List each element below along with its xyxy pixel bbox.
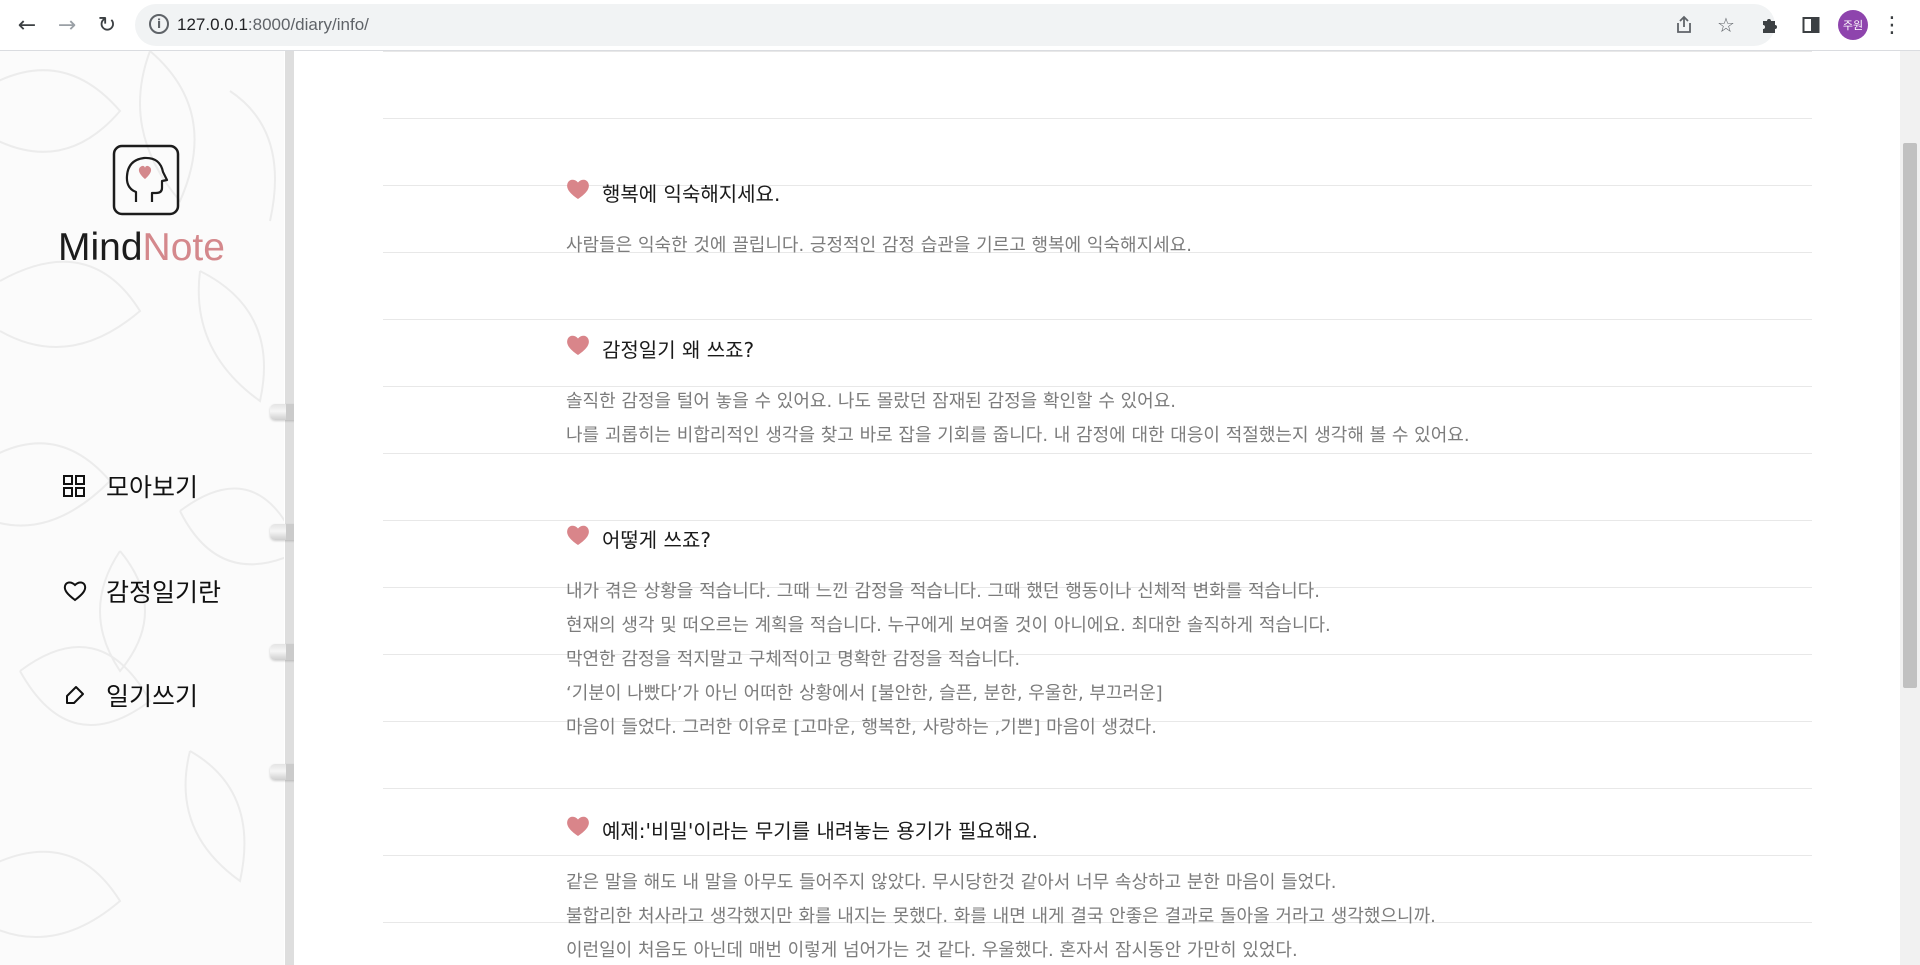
logo-word-note: Note bbox=[142, 226, 225, 269]
bookmark-star-icon[interactable]: ☆ bbox=[1713, 12, 1739, 38]
logo-wordmark: MindNote bbox=[58, 226, 225, 270]
sidebar-item-label: 모아보기 bbox=[106, 473, 199, 502]
reload-icon[interactable]: ↻ bbox=[90, 8, 124, 42]
back-arrow-icon[interactable]: ← bbox=[10, 8, 44, 42]
ruled-line bbox=[383, 51, 1812, 52]
section-heading: 행복에 익숙해지세요. bbox=[566, 177, 1766, 207]
ruled-line bbox=[383, 118, 1812, 119]
sidebar-item-emotion-diary[interactable]: 감정일기란 bbox=[63, 571, 221, 611]
section-body: 내가 겪은 상황을 적습니다. 그때 느낀 감정을 적습니다. 그때 했던 행동… bbox=[566, 575, 1766, 745]
sidebar-item-label: 일기쓰기 bbox=[106, 682, 199, 711]
scrollbar-thumb[interactable] bbox=[1903, 143, 1917, 688]
section-text-line: 내가 겪은 상황을 적습니다. 그때 느낀 감정을 적습니다. 그때 했던 행동… bbox=[566, 581, 1320, 602]
section-heading: 어떻게 쓰죠? bbox=[566, 523, 1766, 553]
ruled-line bbox=[383, 788, 1812, 789]
ruled-line bbox=[383, 319, 1812, 320]
section-title: 어떻게 쓰죠? bbox=[602, 527, 711, 552]
info-section-how: 어떻게 쓰죠? 내가 겪은 상황을 적습니다. 그때 느낀 감정을 적습니다. … bbox=[566, 523, 1766, 745]
section-body: 사람들은 익숙한 것에 끌립니다. 긍정적인 감정 습관을 기르고 행복에 익숙… bbox=[566, 229, 1766, 263]
section-heading: 감정일기 왜 쓰죠? bbox=[566, 333, 1766, 363]
browser-toolbar: ← → ↻ i 127.0.0.1:8000/diary/info/ ☆ 주원 … bbox=[0, 0, 1920, 51]
kebab-menu-icon[interactable]: ⋮ bbox=[1877, 10, 1907, 40]
notebook-spine bbox=[285, 51, 294, 965]
section-text-line: 막연한 감정을 적지말고 구체적이고 명확한 감정을 적습니다. bbox=[566, 649, 1021, 670]
logo-word-mind: Mind bbox=[58, 226, 143, 269]
section-text-line: 솔직한 감정을 털어 놓을 수 있어요. 나도 몰랐던 잠재된 감정을 확인할 … bbox=[566, 391, 1177, 412]
notebook-page: 행복에 익숙해지세요. 사람들은 익숙한 것에 끌립니다. 긍정적인 감정 습관… bbox=[294, 51, 1900, 965]
section-text-line: 현재의 생각 및 떠오르는 계획을 적습니다. 누구에게 보여줄 것이 아니에요… bbox=[566, 615, 1331, 636]
info-section-why: 감정일기 왜 쓰죠? 솔직한 감정을 털어 놓을 수 있어요. 나도 몰랐던 잠… bbox=[566, 333, 1766, 453]
section-text-line: 이런일이 처음도 아닌데 매번 이렇게 넘어가는 것 같다. 우울했다. 혼자서… bbox=[566, 940, 1298, 961]
heart-icon bbox=[567, 179, 589, 199]
section-body: 같은 말을 해도 내 말을 아무도 들어주지 않았다. 무시당한것 같아서 너무… bbox=[566, 866, 1766, 965]
ruled-line bbox=[383, 520, 1812, 521]
info-section-example: 예제:'비밀'이라는 무기를 내려놓는 용기가 필요해요. 같은 말을 해도 내… bbox=[566, 814, 1766, 965]
forward-arrow-icon[interactable]: → bbox=[50, 8, 84, 42]
section-title: 예제:'비밀'이라는 무기를 내려놓는 용기가 필요해요. bbox=[602, 818, 1038, 843]
heart-icon bbox=[567, 525, 589, 545]
section-text-line: 마음이 들었다. 그러한 이유로 [고마운, 행복한, 사랑하는 ,기쁜] 마음… bbox=[566, 717, 1157, 738]
section-body: 솔직한 감정을 털어 놓을 수 있어요. 나도 몰랐던 잠재된 감정을 확인할 … bbox=[566, 385, 1766, 453]
url-text[interactable]: 127.0.0.1:8000/diary/info/ bbox=[177, 15, 369, 35]
ruled-line bbox=[383, 453, 1812, 454]
extensions-puzzle-icon[interactable] bbox=[1755, 10, 1785, 40]
profile-avatar[interactable]: 주원 bbox=[1838, 10, 1868, 40]
section-text-line: 불합리한 처사라고 생각했지만 화를 내지는 못했다. 화를 내면 내게 결국 … bbox=[566, 906, 1436, 927]
heart-icon bbox=[567, 335, 589, 355]
side-panel-icon[interactable] bbox=[1796, 10, 1826, 40]
section-text-line: ‘기분이 나빴다’가 아닌 어떠한 상황에서 [불안한, 슬픈, 분한, 우울한… bbox=[566, 683, 1163, 704]
section-heading: 예제:'비밀'이라는 무기를 내려놓는 용기가 필요해요. bbox=[566, 814, 1766, 844]
share-icon[interactable] bbox=[1671, 12, 1697, 38]
url-path: :8000/diary/info/ bbox=[247, 15, 369, 34]
sidebar-item-write-diary[interactable]: 일기쓰기 bbox=[63, 675, 198, 715]
section-title: 감정일기 왜 쓰죠? bbox=[602, 337, 755, 362]
address-bar[interactable]: i 127.0.0.1:8000/diary/info/ ☆ bbox=[135, 4, 1775, 46]
section-text-line: 사람들은 익숙한 것에 끌립니다. 긍정적인 감정 습관을 기르고 행복에 익숙… bbox=[566, 235, 1192, 256]
pen-tag-icon bbox=[63, 683, 87, 707]
site-info-icon[interactable]: i bbox=[149, 14, 169, 34]
heart-icon bbox=[567, 816, 589, 836]
section-text-line: 나를 괴롭히는 비합리적인 생각을 찾고 바로 잡을 기회를 줍니다. 내 감정… bbox=[566, 425, 1470, 446]
mindnote-logo-icon bbox=[112, 144, 180, 216]
info-section-happiness: 행복에 익숙해지세요. 사람들은 익숙한 것에 끌립니다. 긍정적인 감정 습관… bbox=[566, 177, 1766, 263]
sidebar: MindNote 모아보기 감정일기란 일기쓰기 bbox=[0, 51, 284, 965]
section-title: 행복에 익숙해지세요. bbox=[602, 181, 781, 206]
heart-outline-icon bbox=[63, 579, 87, 603]
sidebar-item-label: 감정일기란 bbox=[106, 578, 222, 607]
sidebar-item-collection[interactable]: 모아보기 bbox=[63, 466, 198, 506]
grid-icon bbox=[63, 474, 87, 498]
section-text-line: 같은 말을 해도 내 말을 아무도 들어주지 않았다. 무시당한것 같아서 너무… bbox=[566, 872, 1337, 893]
url-host: 127.0.0.1 bbox=[177, 15, 248, 34]
